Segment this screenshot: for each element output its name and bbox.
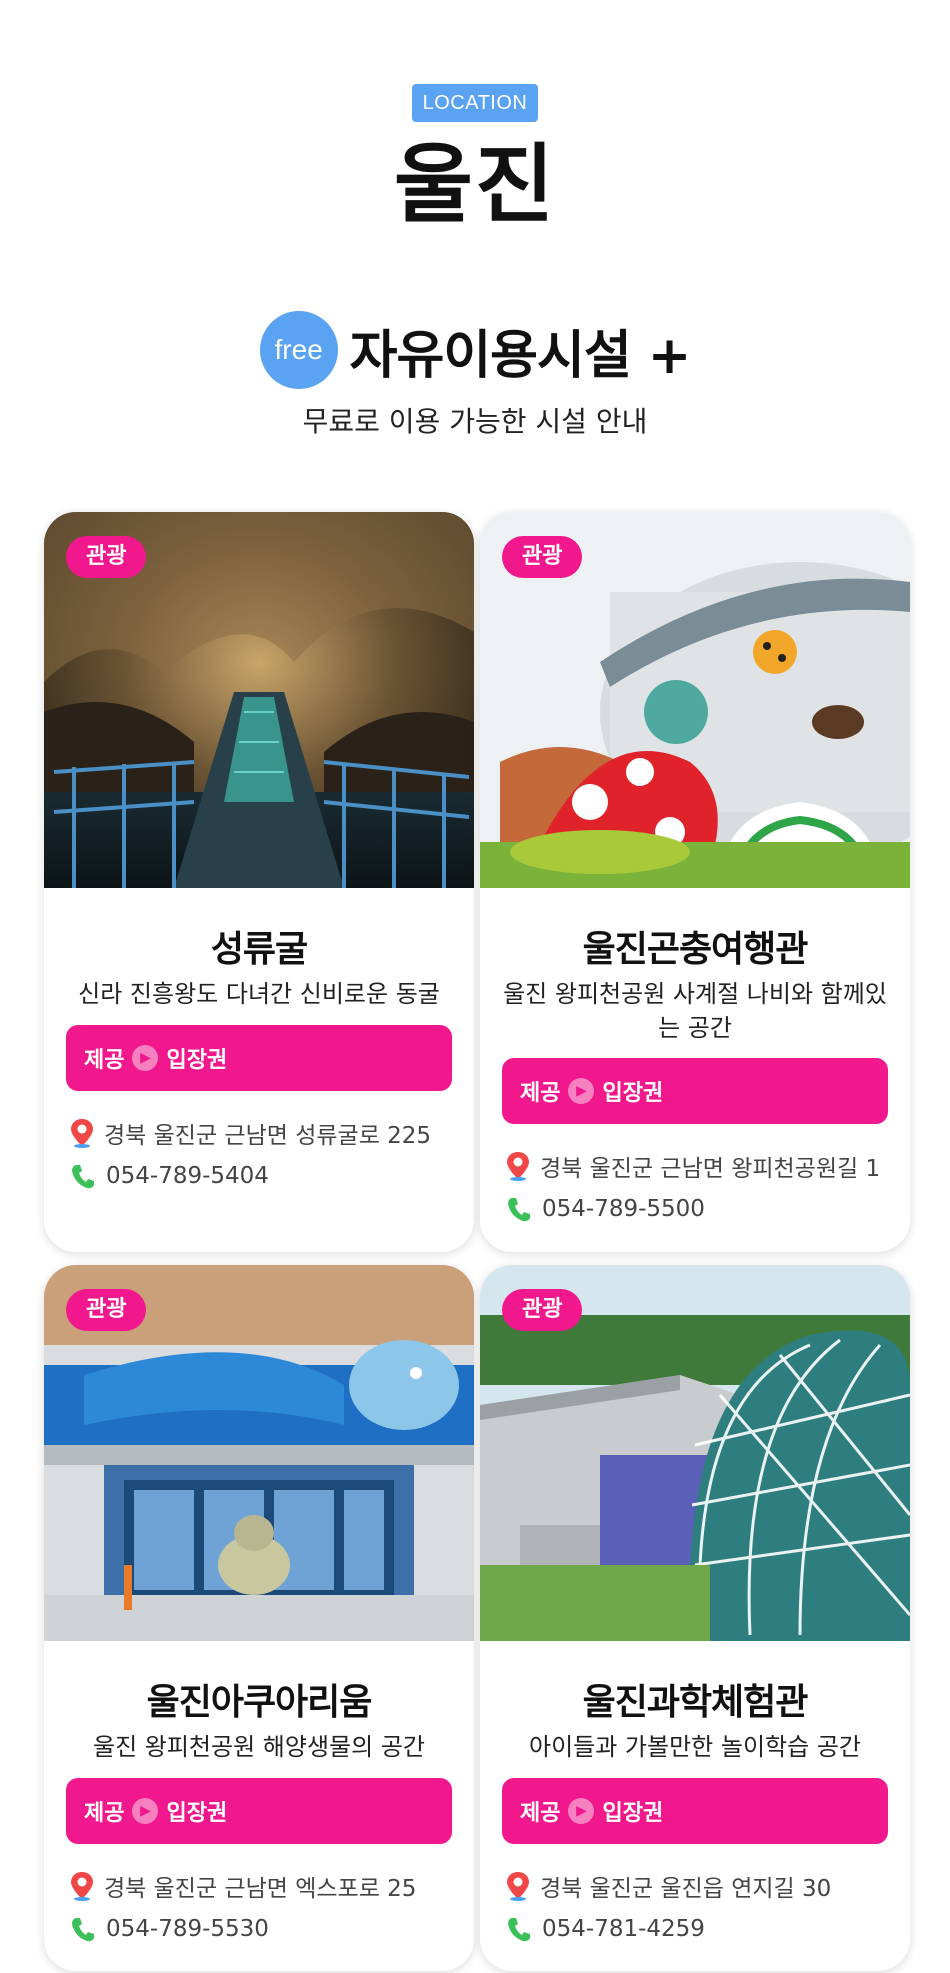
facility-description: 아이들과 가볼만한 놀이학습 공간: [528, 1733, 861, 1761]
address-text: 경북 울진군 근남면 엑스포로 25: [104, 1876, 417, 1902]
ticket-label: 제공: [84, 1048, 125, 1073]
section-title: 자유이용시설 +: [349, 325, 692, 386]
facility-description: 울진 왕피천공원 사계절 나비와 함께있는 공간: [503, 980, 887, 1042]
ticket-value: 입장권: [166, 1048, 228, 1073]
phone-row[interactable]: 054-781-4259: [506, 1915, 705, 1943]
address-text: 경북 울진군 근남면 왕피천공원길 1: [540, 1156, 881, 1182]
phone-icon: [72, 1165, 94, 1189]
free-badge: free: [259, 311, 338, 389]
phone-row[interactable]: 054-789-5404: [70, 1162, 269, 1190]
phone-icon: [508, 1918, 530, 1942]
facility-card[interactable]: 관광 울진과학체험관 아이들과 가볼만한 놀이학습 공간 제공 ▶ 입장권 경북…: [480, 1265, 910, 1971]
address-row: 경북 울진군 근남면 엑스포로 25: [70, 1869, 416, 1903]
ticket-bar: 제공 ▶ 입장권: [66, 1778, 452, 1844]
facility-title: 울진곤충여행관: [582, 929, 809, 970]
category-tag: 관광: [66, 1289, 147, 1331]
phone-number[interactable]: 054-781-4259: [542, 1916, 705, 1942]
category-tag: 관광: [66, 536, 147, 578]
free-facilities-heading: free 자유이용시설 +: [0, 310, 950, 390]
ticket-bar: 제공 ▶ 입장권: [66, 1025, 452, 1091]
map-pin-icon: [507, 1152, 529, 1181]
facility-title: 울진과학체험관: [582, 1682, 809, 1723]
address-text: 경북 울진군 울진읍 연지길 30: [540, 1876, 832, 1902]
ticket-value: 입장권: [602, 1801, 664, 1826]
map-pin-icon: [71, 1119, 93, 1148]
phone-number[interactable]: 054-789-5404: [106, 1163, 269, 1189]
phone-icon: [508, 1198, 530, 1222]
address-text: 경북 울진군 근남면 성류굴로 225: [104, 1123, 432, 1149]
arrow-right-icon: ▶: [132, 1798, 159, 1824]
address-row: 경북 울진군 근남면 왕피천공원길 1: [506, 1149, 880, 1183]
facility-title: 울진아쿠아리움: [146, 1682, 373, 1723]
page-header: LOCATION 울진 free 자유이용시설 + 무료로 이용 가능한 시설 …: [0, 0, 950, 500]
facility-card[interactable]: 관광 울진곤충여행관 울진 왕피천공원 사계절 나비와 함께있는 공간 제공 ▶…: [480, 512, 910, 1252]
ticket-value: 입장권: [602, 1081, 664, 1106]
address-row: 경북 울진군 울진읍 연지길 30: [506, 1869, 831, 1903]
facility-description: 신라 진흥왕도 다녀간 신비로운 동굴: [78, 980, 440, 1008]
arrow-right-icon: ▶: [132, 1045, 159, 1071]
phone-row[interactable]: 054-789-5500: [506, 1195, 705, 1223]
ticket-label: 제공: [84, 1801, 125, 1826]
arrow-right-icon: ▶: [568, 1078, 595, 1104]
phone-number[interactable]: 054-789-5530: [106, 1916, 269, 1942]
location-badge: LOCATION: [412, 84, 538, 122]
facility-card[interactable]: 관광 성류굴 신라 진흥왕도 다녀간 신비로운 동굴 제공 ▶ 입장권 경북 울…: [44, 512, 474, 1252]
ticket-bar: 제공 ▶ 입장권: [502, 1778, 888, 1844]
facility-title: 성류굴: [210, 929, 308, 970]
category-tag: 관광: [502, 1289, 583, 1331]
page-title: 울진: [393, 135, 557, 235]
ticket-value: 입장권: [166, 1801, 228, 1826]
address-row: 경북 울진군 근남면 성류굴로 225: [70, 1116, 431, 1150]
phone-row[interactable]: 054-789-5530: [70, 1915, 269, 1943]
facility-description: 울진 왕피천공원 해양생물의 공간: [92, 1733, 425, 1761]
ticket-bar: 제공 ▶ 입장권: [502, 1058, 888, 1124]
map-pin-icon: [71, 1872, 93, 1901]
category-tag: 관광: [502, 536, 583, 578]
map-pin-icon: [507, 1872, 529, 1901]
facility-card[interactable]: 관광 울진아쿠아리움 울진 왕피천공원 해양생물의 공간 제공 ▶ 입장권 경북…: [44, 1265, 474, 1971]
arrow-right-icon: ▶: [568, 1798, 595, 1824]
ticket-label: 제공: [520, 1081, 561, 1106]
ticket-label: 제공: [520, 1801, 561, 1826]
phone-number[interactable]: 054-789-5500: [542, 1196, 705, 1222]
phone-icon: [72, 1918, 94, 1942]
section-subtitle: 무료로 이용 가능한 시설 안내: [302, 405, 648, 438]
